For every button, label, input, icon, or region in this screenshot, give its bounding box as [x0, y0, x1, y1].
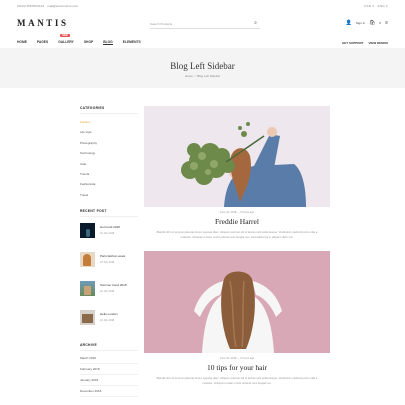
top-bar: (0123) 456789 0123 mail@ecommerce.com US… — [17, 4, 388, 8]
search-input[interactable]: Search Products ⌕ — [150, 20, 260, 29]
recent-post-date: 22 July 2018 — [100, 290, 115, 294]
breadcrumb-separator: / — [194, 74, 196, 78]
category-item[interactable]: Fashionista — [80, 182, 138, 192]
post-photo — [144, 251, 330, 354]
recent-post-item[interactable]: Paris fashion week 22 July 2018 — [80, 252, 138, 281]
cart-count: 0 — [379, 21, 382, 25]
page: (0123) 456789 0123 mail@ecommerce.com US… — [0, 0, 405, 405]
phone-text: (0123) 456789 0123 — [17, 4, 45, 8]
post-image[interactable] — [144, 106, 330, 207]
nav-pages[interactable]: PAGES — [37, 40, 48, 45]
currency-select[interactable]: USD — [364, 4, 371, 8]
post-title[interactable]: 10 tips for your hair — [144, 363, 330, 372]
post-title[interactable]: Freddie Harrel — [144, 217, 330, 226]
post-excerpt: Blandit nibh sit tempus placerat donec e… — [156, 231, 318, 239]
recent-post-title[interactable]: Hello London — [100, 312, 118, 316]
get-support-link[interactable]: GET SUPPORT — [342, 41, 364, 45]
post-thumbnail[interactable] — [80, 252, 95, 268]
nav-shop[interactable]: SHOP — [84, 40, 93, 45]
post-excerpt: Blandit nibh sit tempus placerat donec e… — [156, 377, 318, 386]
archive-item[interactable]: March 2018 — [80, 353, 138, 365]
nav-home[interactable]: HOME — [17, 40, 27, 45]
search-placeholder: Search Products — [150, 22, 173, 26]
archive-item[interactable]: January 2018 — [80, 375, 138, 387]
category-item[interactable]: Cafe — [80, 162, 138, 172]
post-image[interactable] — [144, 251, 330, 354]
recent-post-date: 22 July 2018 — [100, 319, 115, 323]
post-thumbnail[interactable] — [80, 223, 95, 239]
post-meta: June 20, 2018 — 6 hours ago — [219, 357, 255, 361]
signin-link[interactable]: Sign in — [356, 21, 365, 25]
main-nav: HOME PAGES GALLERY NEW SHOP BLOG ELEMENT… — [17, 34, 141, 45]
view-demos-link[interactable]: VIEW DEMOS — [368, 41, 388, 45]
archive-heading: ARCHIVE — [80, 343, 138, 352]
new-badge: NEW — [60, 34, 70, 37]
category-item[interactable]: Travel — [80, 193, 138, 203]
category-item[interactable]: Fashion — [80, 120, 138, 130]
recent-post-item[interactable]: Hello London 22 July 2018 — [80, 310, 138, 339]
post-thumbnail[interactable] — [80, 281, 95, 297]
page-banner: Blog Left Sidebar Home / Blog Left Sideb… — [0, 48, 405, 88]
archive-item[interactable]: December 2018 — [80, 386, 138, 398]
recent-post-title[interactable]: Summer trend 2018 — [100, 283, 127, 287]
recent-post-title[interactable]: Hot trend 2018 — [100, 225, 120, 229]
post-list: June 20, 2018 — 6 hours ago Freddie Harr… — [144, 106, 330, 387]
language-select[interactable]: ENG — [378, 4, 385, 8]
page-title: Blog Left Sidebar — [170, 61, 235, 71]
search-icon[interactable]: ⌕ — [254, 20, 257, 26]
category-item[interactable]: Technology — [80, 151, 138, 161]
breadcrumb-home[interactable]: Home — [185, 74, 193, 78]
nav-gallery[interactable]: GALLERY NEW — [58, 34, 74, 45]
nav-gallery-label: GALLERY — [58, 40, 74, 44]
recent-post-item[interactable]: Summer trend 2018 22 July 2018 — [80, 281, 138, 310]
logo[interactable]: MANTIS — [17, 18, 69, 28]
recent-post-date: 22 July 2018 — [100, 261, 115, 265]
archive-item[interactable]: February 2018 — [80, 364, 138, 376]
breadcrumb: Home / Blog Left Sidebar — [0, 74, 405, 78]
category-item[interactable]: Trends — [80, 172, 138, 182]
category-item[interactable]: Life style — [80, 130, 138, 140]
nav-elements[interactable]: ELEMENTS — [123, 40, 141, 45]
recent-post-item[interactable]: Hot trend 2018 22 July 2018 — [80, 223, 138, 252]
cart-icon[interactable]: 🛍 — [369, 20, 375, 26]
header: MANTIS Search Products ⌕ 👤 Sign in 🛍 0 ≡… — [0, 12, 405, 48]
menu-icon[interactable]: ≡ — [385, 20, 388, 26]
post-thumbnail[interactable] — [80, 310, 95, 326]
recent-post-date: 22 July 2018 — [100, 232, 115, 236]
recent-post-title[interactable]: Paris fashion week — [100, 254, 125, 258]
breadcrumb-current: Blog Left Sidebar — [197, 74, 221, 78]
recent-post-heading: RECENT POST — [80, 209, 138, 218]
sidebar: CATEGORIES Fashion Life style Photograph… — [80, 106, 138, 398]
post-meta: June 20, 2018 — 6 hours ago — [219, 211, 255, 214]
email-link[interactable]: mail@ecommerce.com — [47, 4, 78, 8]
category-item[interactable]: Photography — [80, 141, 138, 151]
post-photo — [144, 106, 330, 207]
categories-heading: CATEGORIES — [80, 106, 138, 114]
nav-blog[interactable]: BLOG — [103, 40, 113, 45]
user-icon[interactable]: 👤 — [346, 20, 352, 26]
